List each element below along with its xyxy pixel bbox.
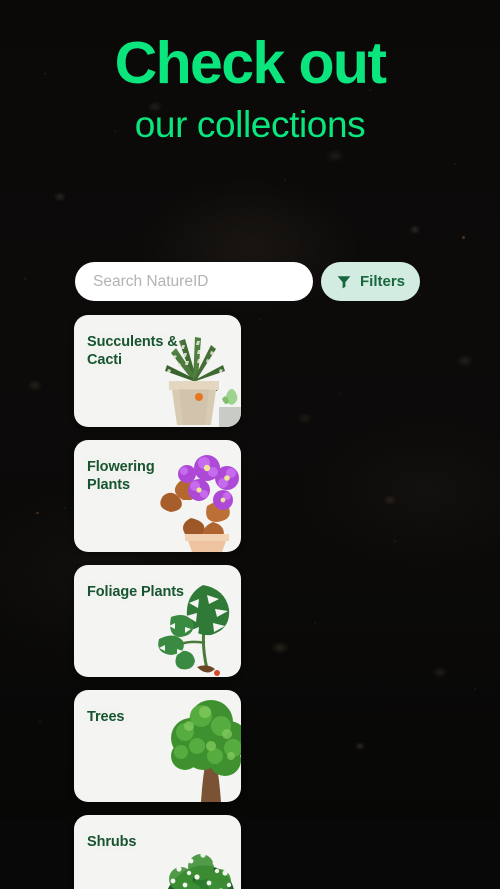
collection-card-foliage-plants[interactable]: Foliage Plants	[74, 565, 241, 677]
search-input[interactable]	[75, 262, 313, 301]
page-heading: Check out our collections	[0, 0, 500, 148]
collection-card-succulents[interactable]: Succulents & Cacti	[74, 315, 241, 427]
collection-card-flowering-plants[interactable]: Flowering Plants	[74, 440, 241, 552]
collection-card-shrubs[interactable]: Shrubs	[74, 815, 241, 889]
page-subtitle: our collections	[134, 104, 366, 145]
collection-card-title: Flowering Plants	[87, 459, 155, 493]
filters-button[interactable]: Filters	[321, 262, 420, 301]
collections-grid: Succulents & Cacti Flowering Plants Foli…	[74, 315, 421, 889]
page-title: Check out	[114, 30, 387, 96]
collection-card-trees[interactable]: Trees	[74, 690, 241, 802]
funnel-icon	[336, 274, 352, 290]
collection-card-title: Foliage Plants	[87, 584, 184, 600]
filters-label: Filters	[359, 273, 405, 290]
collection-card-title: Trees	[87, 709, 125, 725]
collection-card-title: Shrubs	[87, 834, 137, 850]
collection-card-title: Succulents & Cacti	[87, 334, 178, 368]
grit-fleck	[462, 236, 465, 239]
search-bar: Filters	[75, 262, 420, 301]
collections-screen: Check out our collections Filters Succul…	[0, 0, 500, 889]
grit-fleck	[36, 512, 39, 514]
